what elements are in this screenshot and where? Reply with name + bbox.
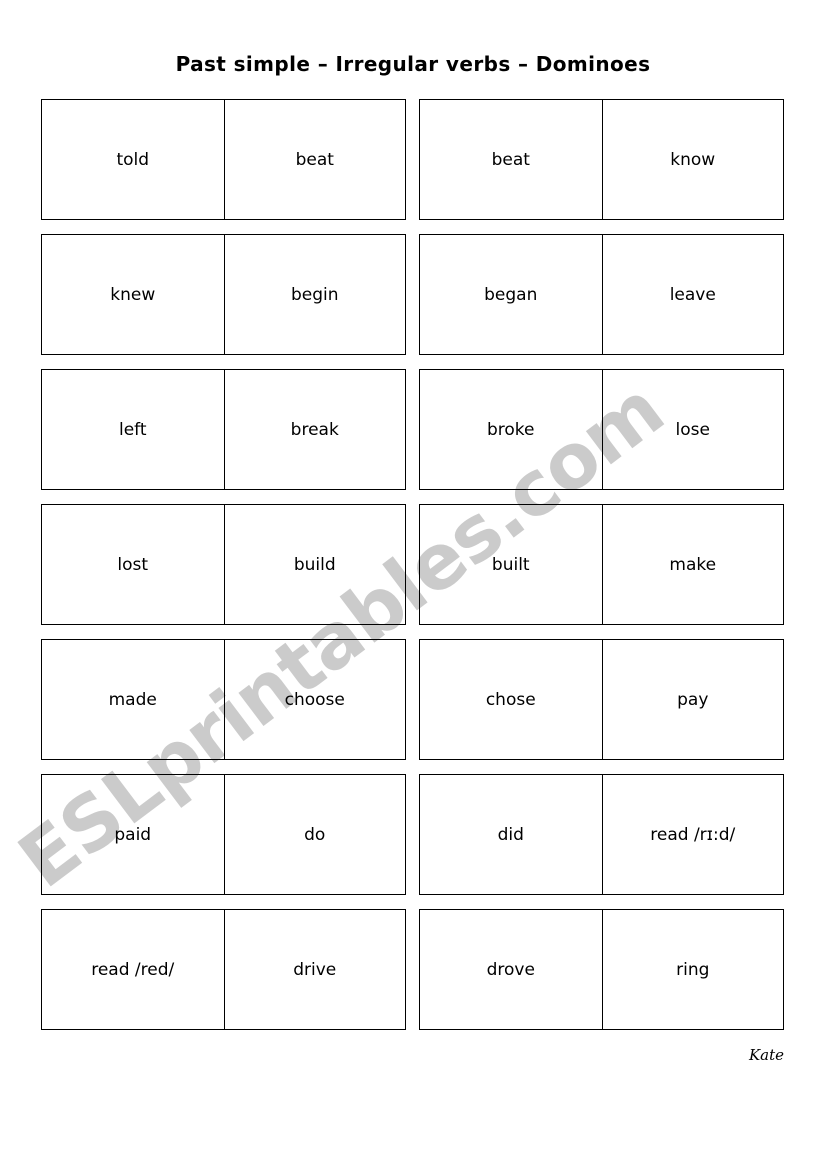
domino-half-right: drive bbox=[223, 910, 406, 1029]
domino-half-right: lose bbox=[601, 370, 784, 489]
domino-half-left: paid bbox=[114, 824, 152, 845]
domino-half-right: know bbox=[601, 100, 784, 219]
page-title: Past simple – Irregular verbs – Dominoes bbox=[175, 52, 651, 76]
domino-row: lost build built make bbox=[41, 504, 784, 625]
domino-tile[interactable]: left break bbox=[41, 369, 406, 490]
domino-half-left: told bbox=[116, 149, 150, 170]
domino-row: knew begin began leave bbox=[41, 234, 784, 355]
domino-half-left: drove bbox=[486, 959, 535, 980]
domino-half-left: broke bbox=[486, 419, 535, 440]
domino-row: told beat beat know bbox=[41, 99, 784, 220]
domino-half-left: left bbox=[118, 419, 147, 440]
domino-tile[interactable]: did read /rɪ:d/ bbox=[419, 774, 784, 895]
domino-tile[interactable]: began leave bbox=[419, 234, 784, 355]
domino-half-left: began bbox=[484, 284, 538, 305]
domino-half-right: build bbox=[223, 505, 406, 624]
worksheet-page: ESLprintables.com Past simple – Irregula… bbox=[0, 0, 826, 1169]
domino-half-right: beat bbox=[223, 100, 406, 219]
domino-half-right: choose bbox=[223, 640, 406, 759]
domino-half-left: did bbox=[497, 824, 524, 845]
domino-tile[interactable]: broke lose bbox=[419, 369, 784, 490]
author-signature: Kate bbox=[748, 1046, 784, 1064]
domino-half-left: read /red/ bbox=[91, 959, 175, 980]
domino-half-right: make bbox=[601, 505, 784, 624]
domino-half-left: built bbox=[491, 554, 530, 575]
domino-half-right: begin bbox=[223, 235, 406, 354]
domino-tile[interactable]: knew begin bbox=[41, 234, 406, 355]
domino-half-left: knew bbox=[110, 284, 156, 305]
domino-row: read /red/ drive drove ring bbox=[41, 909, 784, 1030]
domino-tile[interactable]: read /red/ drive bbox=[41, 909, 406, 1030]
domino-tile[interactable]: built make bbox=[419, 504, 784, 625]
domino-half-right: do bbox=[223, 775, 406, 894]
domino-row: made choose chose pay bbox=[41, 639, 784, 760]
domino-tile[interactable]: chose pay bbox=[419, 639, 784, 760]
domino-half-left: chose bbox=[485, 689, 536, 710]
domino-tile[interactable]: told beat bbox=[41, 99, 406, 220]
domino-half-left: lost bbox=[117, 554, 149, 575]
domino-half-right: leave bbox=[601, 235, 784, 354]
domino-tile[interactable]: paid do bbox=[41, 774, 406, 895]
domino-half-right: ring bbox=[601, 910, 784, 1029]
domino-row: paid do did read /rɪ:d/ bbox=[41, 774, 784, 895]
domino-half-right: break bbox=[223, 370, 406, 489]
domino-half-left: beat bbox=[491, 149, 530, 170]
domino-row: left break broke lose bbox=[41, 369, 784, 490]
domino-tile[interactable]: drove ring bbox=[419, 909, 784, 1030]
domino-tile[interactable]: made choose bbox=[41, 639, 406, 760]
domino-grid: told beat beat know knew begin began lea… bbox=[41, 99, 784, 1044]
domino-half-right: pay bbox=[601, 640, 784, 759]
domino-half-left: made bbox=[108, 689, 157, 710]
domino-tile[interactable]: lost build bbox=[41, 504, 406, 625]
domino-half-right: read /rɪ:d/ bbox=[601, 775, 784, 894]
domino-tile[interactable]: beat know bbox=[419, 99, 784, 220]
